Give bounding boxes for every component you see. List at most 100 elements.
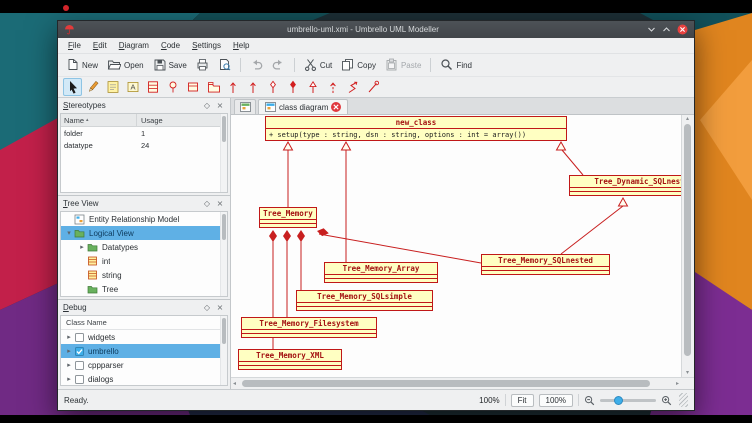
debug-row-widgets[interactable]: ▸widgets — [61, 330, 227, 344]
stereotype-row-folder[interactable]: folder1 — [61, 127, 227, 139]
toolbar-cut-button[interactable]: Cut — [300, 56, 336, 75]
panel-scrollbar[interactable] — [220, 212, 227, 296]
menu-code[interactable]: Code — [155, 40, 186, 51]
checkbox[interactable] — [75, 375, 84, 384]
uml-class-tree-memory-sqlsimple[interactable]: Tree_Memory_SQLsimple — [296, 290, 433, 311]
scrollbar-thumb[interactable] — [222, 116, 226, 142]
tool-uni-association[interactable] — [243, 78, 262, 96]
menu-edit[interactable]: Edit — [87, 40, 113, 51]
float-panel-icon[interactable]: ◇ — [202, 303, 212, 313]
toolbar-print-button[interactable] — [192, 56, 213, 75]
scroll-down-icon[interactable]: ▾ — [682, 369, 693, 377]
tree-item-entity-relationship-model[interactable]: Entity Relationship Model — [61, 212, 227, 226]
tool-dependency[interactable] — [323, 78, 342, 96]
minimize-icon[interactable] — [647, 25, 656, 34]
scroll-right-icon[interactable]: ▸ — [676, 379, 679, 389]
tree-item-logical-view[interactable]: ▾Logical View — [61, 226, 227, 240]
scroll-left-icon[interactable]: ◂ — [233, 379, 236, 389]
toolbar-copy-button[interactable]: Copy — [337, 56, 380, 75]
scroll-up-icon[interactable]: ▴ — [682, 115, 693, 123]
panel-scrollbar[interactable] — [220, 316, 227, 385]
checkbox[interactable] — [75, 347, 84, 356]
uml-class-tree-dynamic-sqlnested[interactable]: Tree_Dynamic_SQLnested — [569, 175, 681, 196]
close-icon[interactable] — [677, 24, 688, 35]
v-scrollbar-thumb[interactable] — [684, 124, 691, 356]
zoom-out-icon[interactable] — [584, 395, 595, 406]
diagram-canvas[interactable]: new_class+ setup(type : string, dsn : st… — [231, 115, 681, 377]
vertical-scrollbar[interactable]: ▴ ▾ — [681, 115, 693, 377]
panel-scrollbar[interactable] — [220, 114, 227, 192]
tool-aggregation[interactable] — [263, 78, 282, 96]
expander-icon[interactable]: ▸ — [64, 333, 74, 341]
column-header-usage[interactable]: Usage — [137, 116, 227, 125]
scrollbar-thumb[interactable] — [222, 318, 226, 344]
expander-icon[interactable]: ▸ — [64, 347, 74, 355]
tool-relationship[interactable] — [343, 78, 362, 96]
toolbar-undo-button[interactable] — [246, 56, 267, 75]
checkbox[interactable] — [75, 361, 84, 370]
tool-textbox[interactable]: A — [123, 78, 142, 96]
column-header-name[interactable]: Name▴ — [61, 114, 137, 126]
expander-icon[interactable]: ▾ — [64, 229, 74, 237]
tab-class-diagram[interactable]: class diagram — [258, 99, 348, 114]
toolbar-preview-button[interactable] — [214, 56, 235, 75]
toolbar-save-button[interactable]: Save — [149, 56, 191, 75]
tool-note[interactable] — [103, 78, 122, 96]
zoom-100-button[interactable]: 100% — [539, 394, 573, 407]
tool-composition[interactable] — [283, 78, 302, 96]
uml-class-tree-memory-array[interactable]: Tree_Memory_Array — [324, 262, 438, 283]
tool-interface[interactable] — [163, 78, 182, 96]
tool-class[interactable] — [143, 78, 162, 96]
tree-item-tree[interactable]: Tree — [61, 282, 227, 296]
menu-settings[interactable]: Settings — [186, 40, 227, 51]
stereotype-row-datatype[interactable]: datatype24 — [61, 139, 227, 151]
tool-datatype[interactable] — [183, 78, 202, 96]
menu-help[interactable]: Help — [227, 40, 255, 51]
tool-pencil[interactable] — [83, 78, 102, 96]
float-panel-icon[interactable]: ◇ — [202, 199, 212, 209]
uml-class-tree-memory-xml[interactable]: Tree_Memory_XML — [238, 349, 342, 370]
expander-icon[interactable]: ▸ — [64, 361, 74, 369]
float-panel-icon[interactable]: ◇ — [202, 101, 212, 111]
zoom-in-icon[interactable] — [661, 395, 672, 406]
tree-item-datatypes[interactable]: ▸Datatypes — [61, 240, 227, 254]
close-panel-icon[interactable]: × — [215, 101, 225, 111]
close-panel-icon[interactable]: × — [215, 303, 225, 313]
uml-class-new-class[interactable]: new_class+ setup(type : string, dsn : st… — [265, 116, 567, 141]
menu-diagram[interactable]: Diagram — [113, 40, 155, 51]
scrollbar-thumb[interactable] — [222, 214, 226, 240]
tool-package[interactable] — [203, 78, 222, 96]
menu-file[interactable]: File — [62, 40, 87, 51]
tree-item-string[interactable]: string — [61, 268, 227, 282]
debug-row-dialogs[interactable]: ▸dialogs — [61, 372, 227, 386]
zoom-slider-handle[interactable] — [614, 396, 623, 405]
uml-class-tree-memory-filesystem[interactable]: Tree_Memory_Filesystem — [241, 317, 377, 338]
tree-item-int[interactable]: int — [61, 254, 227, 268]
debug-row-umbrello[interactable]: ▸umbrello — [61, 344, 227, 358]
tab-close-icon[interactable] — [331, 102, 341, 112]
tool-cursor[interactable] — [63, 78, 82, 96]
h-scrollbar-thumb[interactable] — [242, 380, 650, 387]
uml-class-tree-memory-sqlnested[interactable]: Tree_Memory_SQLnested — [481, 254, 610, 275]
zoom-slider[interactable] — [600, 399, 656, 402]
debug-row-cppparser[interactable]: ▸cppparser — [61, 358, 227, 372]
titlebar[interactable]: umbrello-uml.xmi - Umbrello UML Modeller — [58, 21, 694, 38]
expander-icon[interactable]: ▸ — [77, 243, 87, 251]
fit-button[interactable]: Fit — [511, 394, 534, 407]
toolbar-open-button[interactable]: Open — [103, 56, 148, 75]
toolbar-new-button[interactable]: New — [62, 56, 102, 75]
toolbar-redo-button[interactable] — [268, 56, 289, 75]
horizontal-scrollbar[interactable]: ◂ ▸ — [231, 377, 681, 389]
checkbox[interactable] — [75, 333, 84, 342]
toolbar-find-button[interactable]: Find — [436, 56, 476, 75]
maximize-icon[interactable] — [662, 25, 671, 34]
diagram-mini-tab[interactable] — [234, 99, 256, 114]
expander-icon[interactable]: ▸ — [64, 375, 74, 383]
tool-association[interactable] — [223, 78, 242, 96]
tool-anchor[interactable] — [363, 78, 382, 96]
resize-grip[interactable] — [679, 393, 688, 407]
toolbar-paste-button[interactable]: Paste — [381, 56, 425, 75]
close-panel-icon[interactable]: × — [215, 199, 225, 209]
tool-generalization[interactable] — [303, 78, 322, 96]
uml-class-tree-memory[interactable]: Tree_Memory — [259, 207, 317, 228]
